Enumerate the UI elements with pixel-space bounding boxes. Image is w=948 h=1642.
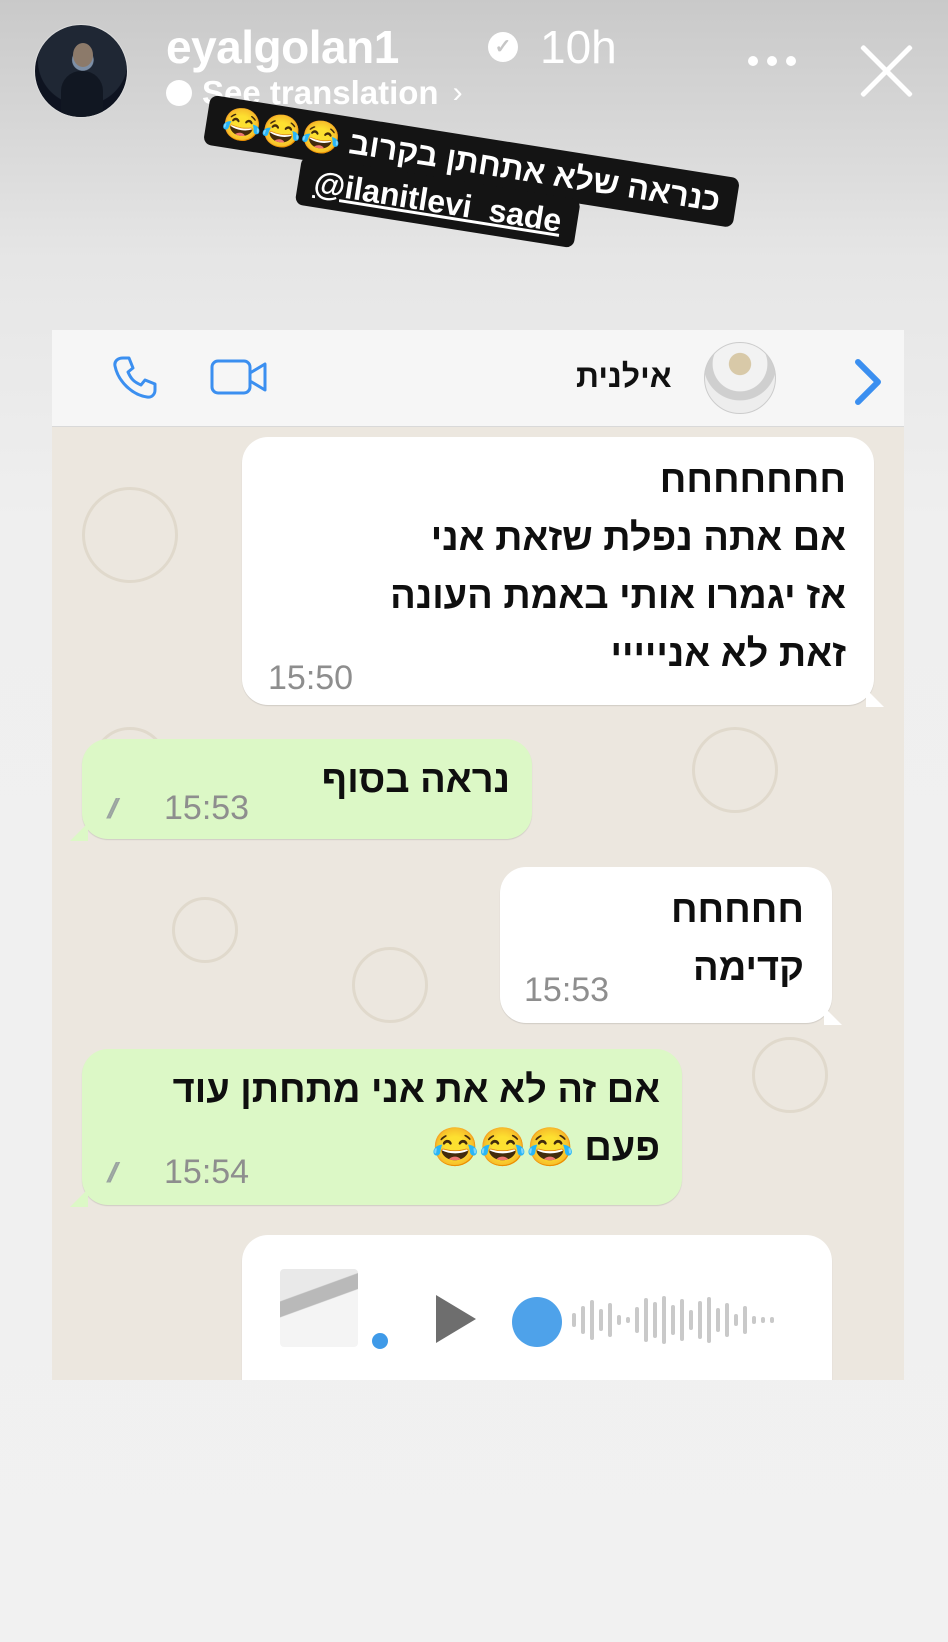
playback-scrubber[interactable] — [512, 1297, 562, 1347]
message-line: פעם 😂😂😂 — [431, 1127, 660, 1169]
avatar-figure — [61, 71, 103, 117]
wallpaper-doodle — [752, 1037, 828, 1113]
chevron-right-icon: › — [452, 76, 463, 109]
wallpaper-doodle — [352, 947, 428, 1023]
voice-waveform[interactable] — [572, 1295, 774, 1345]
caption-sticker: כנראה שלא אתחתן בקרוב 😂😂😂 @ilanitlevi_sa… — [196, 94, 740, 273]
message-time: 15:53 — [164, 789, 250, 827]
message-line: חחחחח — [670, 889, 804, 931]
chat-header: אילנית — [52, 330, 904, 427]
message-line: נראה בסוף — [321, 759, 510, 801]
message-line: זאת לא אנייייי — [610, 633, 846, 675]
voice-message-bubble[interactable] — [242, 1235, 832, 1380]
mic-indicator-icon — [372, 1333, 388, 1349]
story-time: 10h — [540, 21, 617, 73]
chat-area[interactable]: חחחחחחח אם אתה נפלת שזאת אני אז יגמרו או… — [52, 427, 904, 1380]
wallpaper-doodle — [172, 897, 238, 963]
message-line: אז יגמרו אותי באמת העונה — [390, 575, 846, 617]
message-bubble-outgoing[interactable]: נראה בסוף // 15:53 — [82, 739, 532, 839]
message-time: 15:53 — [524, 971, 610, 1009]
profile-avatar[interactable] — [34, 24, 128, 118]
message-bubble-incoming[interactable]: חחחחח קדימה 15:53 — [500, 867, 832, 1023]
message-time: 15:50 — [268, 659, 354, 697]
back-chevron-icon[interactable] — [848, 356, 888, 408]
call-icon[interactable] — [110, 354, 158, 402]
bubble-tail — [70, 1189, 88, 1207]
bubble-tail — [824, 1007, 842, 1025]
translate-icon — [166, 80, 192, 106]
message-line: קדימה — [693, 947, 804, 989]
verified-badge-icon: ✓ — [488, 32, 518, 62]
message-line: אם זה לא את אני מתחתן עוד — [172, 1069, 660, 1111]
message-bubble-incoming[interactable]: חחחחחחח אם אתה נפלת שזאת אני אז יגמרו או… — [242, 437, 874, 705]
more-icon[interactable] — [748, 56, 796, 66]
avatar-head — [73, 43, 93, 67]
close-icon[interactable] — [858, 42, 914, 98]
message-line: אם אתה נפלת שזאת אני — [430, 517, 846, 559]
message-time: 15:54 — [164, 1153, 250, 1191]
story-username[interactable]: eyalgolan1 — [166, 20, 399, 74]
contact-name[interactable]: אילנית — [576, 358, 672, 395]
message-line: חחחחחחח — [659, 459, 846, 501]
bubble-tail — [70, 823, 88, 841]
whatsapp-screenshot: אילנית חחחחחחח אם אתה נפלת שזאת אני אז י… — [52, 330, 904, 1380]
wallpaper-doodle — [82, 487, 178, 583]
message-bubble-outgoing[interactable]: אם זה לא את אני מתחתן עוד פעם 😂😂😂 // 15:… — [82, 1049, 682, 1205]
video-call-icon[interactable] — [210, 356, 268, 398]
wallpaper-doodle — [692, 727, 778, 813]
voice-sender-avatar — [280, 1269, 358, 1347]
bubble-tail — [866, 689, 884, 707]
play-icon[interactable] — [436, 1295, 476, 1343]
contact-avatar[interactable] — [704, 342, 776, 414]
